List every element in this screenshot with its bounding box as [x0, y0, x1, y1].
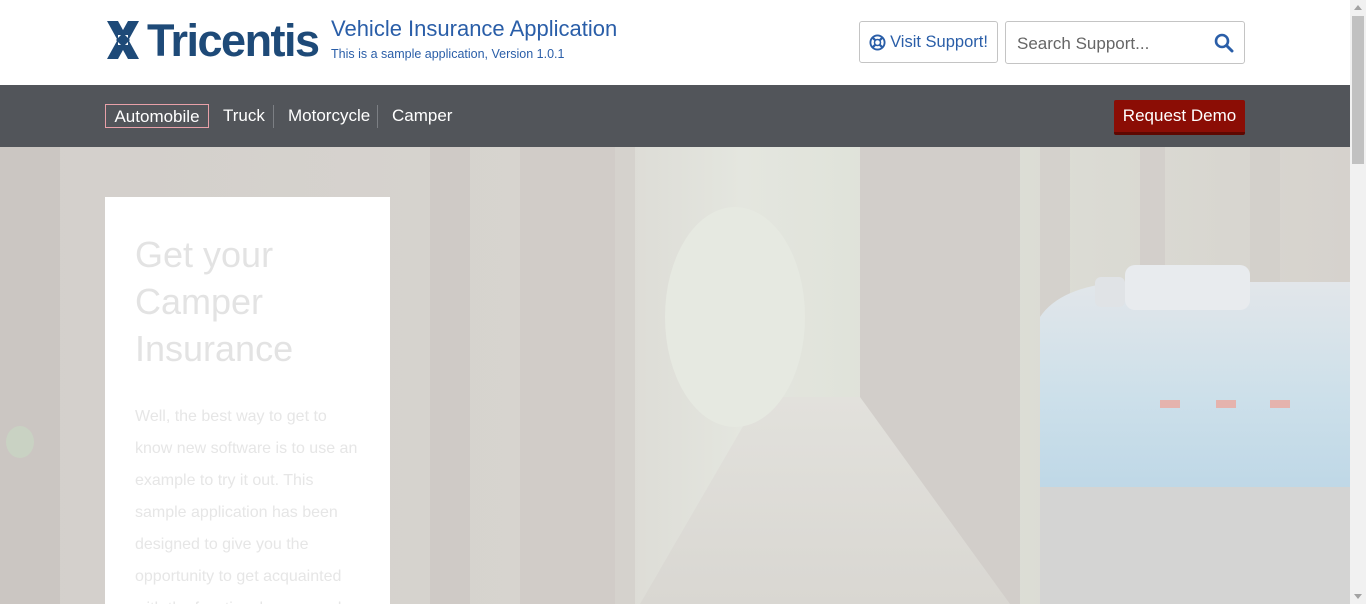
scroll-up-arrow-icon[interactable] [1354, 5, 1362, 10]
visit-support-label: Visit Support! [890, 32, 988, 51]
nav-separator [273, 105, 274, 128]
app-title: Vehicle Insurance Application [331, 16, 618, 41]
nav-separator [377, 105, 378, 128]
hero-description: Well, the best way to get to know new so… [135, 408, 358, 604]
main-navbar: Automobile Truck Motorcycle Camper Reque… [0, 85, 1350, 147]
site-header: Tricentis Vehicle Insurance Application … [0, 0, 1350, 85]
search-input[interactable] [1015, 30, 1214, 58]
logo-text[interactable]: Tricentis [147, 12, 320, 70]
search-icon[interactable] [1214, 33, 1234, 53]
nav-item-camper[interactable]: Camper [392, 104, 452, 128]
nav-item-motorcycle[interactable]: Motorcycle [288, 104, 370, 128]
nav-item-automobile[interactable]: Automobile [105, 104, 209, 128]
hero-card: Get your Camper Insurance Well, the best… [105, 197, 390, 604]
hero-title: Get your Camper Insurance [135, 234, 294, 369]
hero-banner: Get your Camper Insurance Well, the best… [0, 147, 1350, 604]
tricentis-logo-icon[interactable] [104, 17, 142, 63]
scroll-down-arrow-icon[interactable] [1354, 594, 1362, 599]
scrollbar-thumb[interactable] [1352, 16, 1364, 164]
request-demo-button[interactable]: Request Demo [1114, 100, 1245, 135]
search-box [1005, 21, 1245, 64]
lifebuoy-icon [869, 33, 886, 51]
app-subtitle: This is a sample application, Version 1.… [331, 47, 565, 61]
visit-support-button[interactable]: Visit Support! [859, 21, 998, 63]
nav-item-truck[interactable]: Truck [223, 104, 265, 128]
